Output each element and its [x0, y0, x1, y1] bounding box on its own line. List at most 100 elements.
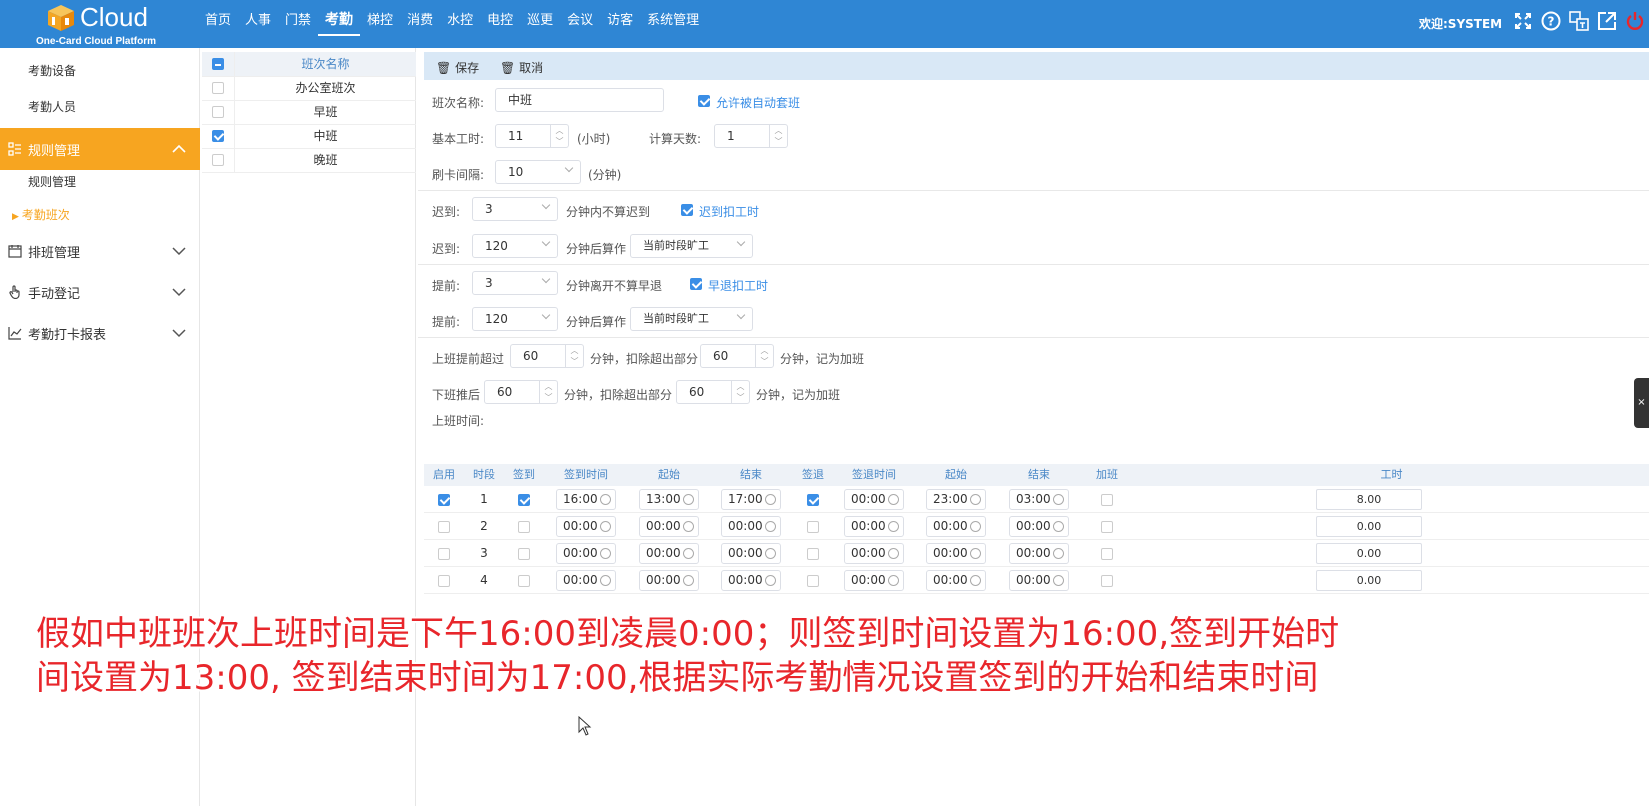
- overtime-after-deduct-input[interactable]: 60 ︿ ﹀: [676, 380, 750, 404]
- row-checkbox[interactable]: [212, 82, 224, 94]
- time-input[interactable]: 23:00: [926, 489, 986, 510]
- time-input[interactable]: 00:00: [926, 543, 986, 564]
- overtime-after-input[interactable]: 60 ︿ ﹀: [484, 380, 558, 404]
- nav-item-4[interactable]: 梯控: [360, 0, 400, 48]
- stepper-icon[interactable]: ︿ ﹀: [755, 345, 773, 367]
- time-input[interactable]: 00:00: [639, 516, 699, 537]
- shift-list-row[interactable]: 中班: [202, 124, 416, 149]
- time-input[interactable]: 00:00: [926, 570, 986, 591]
- nav-item-0[interactable]: 首页: [198, 0, 238, 48]
- time-input[interactable]: 00:00: [721, 543, 781, 564]
- shift-list-row[interactable]: 晚班: [202, 148, 416, 173]
- time-input[interactable]: 00:00: [639, 543, 699, 564]
- time-input[interactable]: 17:00: [721, 489, 781, 510]
- enabled-checkbox[interactable]: [438, 575, 450, 587]
- ot-checkbox[interactable]: [1101, 521, 1113, 533]
- time-input[interactable]: 00:00: [1009, 543, 1069, 564]
- stepper-icon[interactable]: ︿ ﹀: [565, 345, 583, 367]
- time-input[interactable]: 00:00: [1009, 516, 1069, 537]
- ot-checkbox[interactable]: [1101, 575, 1113, 587]
- export-icon[interactable]: [1596, 10, 1618, 32]
- power-icon[interactable]: [1624, 10, 1646, 32]
- nav-item-5[interactable]: 消费: [400, 0, 440, 48]
- overtime-before-deduct-input[interactable]: 60 ︿ ﹀: [700, 344, 774, 368]
- nav-item-3[interactable]: 考勤: [318, 0, 361, 36]
- hours-input[interactable]: 0.00: [1316, 570, 1422, 591]
- time-input[interactable]: 00:00: [844, 543, 904, 564]
- nav-item-8[interactable]: 巡更: [520, 0, 560, 48]
- overtime-before-input[interactable]: 60 ︿ ﹀: [510, 344, 584, 368]
- time-input[interactable]: 00:00: [556, 516, 616, 537]
- time-input[interactable]: 00:00: [844, 516, 904, 537]
- signout-checkbox[interactable]: [807, 521, 819, 533]
- nav-item-9[interactable]: 会议: [560, 0, 600, 48]
- late-absent-select[interactable]: 120: [472, 234, 558, 258]
- shift-list-row[interactable]: 办公室班次: [202, 76, 416, 101]
- fullscreen-icon[interactable]: [1512, 10, 1534, 32]
- time-input[interactable]: 03:00: [1009, 489, 1069, 510]
- nav-item-2[interactable]: 门禁: [278, 0, 318, 48]
- cancel-button[interactable]: 🗑 取消: [500, 59, 543, 76]
- time-input[interactable]: 00:00: [556, 543, 616, 564]
- save-button[interactable]: 🗑 保存: [436, 59, 479, 76]
- time-input[interactable]: 00:00: [1009, 570, 1069, 591]
- sidebar-item-shift-active[interactable]: ▶ 考勤班次: [12, 206, 70, 223]
- late-grace-select[interactable]: 3: [472, 197, 558, 221]
- row-checkbox[interactable]: [212, 106, 224, 118]
- time-input[interactable]: 00:00: [721, 516, 781, 537]
- language-icon[interactable]: [1568, 10, 1590, 32]
- shift-name-input[interactable]: 中班: [495, 88, 664, 112]
- sidebar-group-schedule[interactable]: 排班管理: [0, 230, 200, 272]
- stepper-icon[interactable]: ︿ ﹀: [539, 381, 557, 403]
- stepper-icon[interactable]: ︿ ﹀: [550, 125, 568, 147]
- hours-input[interactable]: 8.00: [1316, 489, 1422, 510]
- calc-days-input[interactable]: 1 ︿ ﹀: [714, 124, 788, 148]
- row-checkbox[interactable]: [212, 154, 224, 166]
- time-input[interactable]: 13:00: [639, 489, 699, 510]
- sidebar-group-manual[interactable]: 手动登记: [0, 271, 200, 313]
- ot-checkbox[interactable]: [1101, 494, 1113, 506]
- early-deduct-checkbox[interactable]: [690, 278, 702, 290]
- nav-item-10[interactable]: 访客: [600, 0, 640, 48]
- late-absent-type-select[interactable]: 当前时段旷工: [630, 234, 753, 258]
- row-checkbox[interactable]: [212, 130, 224, 142]
- enabled-checkbox[interactable]: [438, 494, 450, 506]
- late-deduct-checkbox[interactable]: [681, 204, 693, 216]
- select-all-checkbox[interactable]: [212, 58, 224, 70]
- shift-list-row[interactable]: 早班: [202, 100, 416, 125]
- signout-checkbox[interactable]: [807, 548, 819, 560]
- early-grace-select[interactable]: 3: [472, 271, 558, 295]
- auto-shift-checkbox[interactable]: [698, 95, 710, 107]
- hours-input[interactable]: 0.00: [1316, 516, 1422, 537]
- sidebar-item-rule-manage[interactable]: 规则管理: [28, 173, 76, 190]
- signout-checkbox[interactable]: [807, 494, 819, 506]
- nav-item-1[interactable]: 人事: [238, 0, 278, 48]
- nav-item-11[interactable]: 系统管理: [640, 0, 706, 48]
- signin-checkbox[interactable]: [518, 494, 530, 506]
- signin-checkbox[interactable]: [518, 575, 530, 587]
- nav-item-7[interactable]: 电控: [480, 0, 520, 48]
- signout-checkbox[interactable]: [807, 575, 819, 587]
- sidebar-group-report[interactable]: 考勤打卡报表: [0, 312, 200, 354]
- enabled-checkbox[interactable]: [438, 521, 450, 533]
- time-input[interactable]: 00:00: [844, 570, 904, 591]
- time-input[interactable]: 00:00: [639, 570, 699, 591]
- signin-checkbox[interactable]: [518, 548, 530, 560]
- card-interval-select[interactable]: 10: [495, 160, 581, 184]
- time-input[interactable]: 16:00: [556, 489, 616, 510]
- hours-input[interactable]: 0.00: [1316, 543, 1422, 564]
- nav-item-6[interactable]: 水控: [440, 0, 480, 48]
- early-absent-select[interactable]: 120: [472, 307, 558, 331]
- time-input[interactable]: 00:00: [721, 570, 781, 591]
- stepper-icon[interactable]: ︿ ﹀: [769, 125, 787, 147]
- stepper-icon[interactable]: ︿ ﹀: [731, 381, 749, 403]
- time-input[interactable]: 00:00: [926, 516, 986, 537]
- help-icon[interactable]: ?: [1540, 10, 1562, 32]
- enabled-checkbox[interactable]: [438, 548, 450, 560]
- early-absent-type-select[interactable]: 当前时段旷工: [630, 307, 753, 331]
- signin-checkbox[interactable]: [518, 521, 530, 533]
- side-collapse-tab[interactable]: ×: [1634, 378, 1649, 428]
- time-input[interactable]: 00:00: [844, 489, 904, 510]
- work-hours-input[interactable]: 11 ︿ ﹀: [495, 124, 569, 148]
- sidebar-item-attendance-staff[interactable]: 考勤人员: [28, 98, 76, 115]
